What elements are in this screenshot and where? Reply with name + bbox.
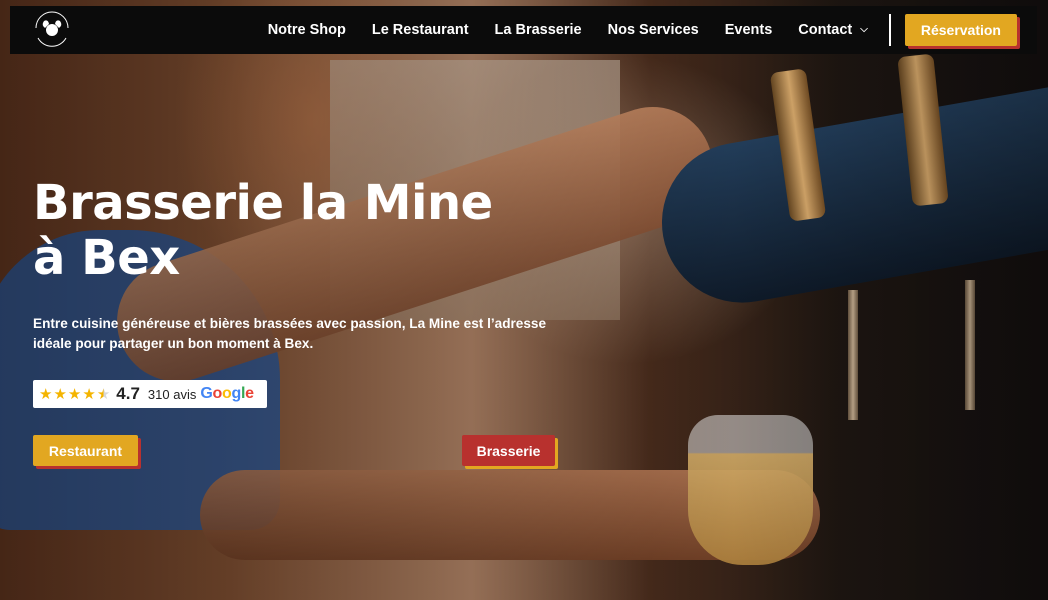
star-icon: ★: [82, 385, 96, 403]
brand-logo[interactable]: [22, 6, 82, 54]
nav-item-notre-shop[interactable]: Notre Shop: [255, 6, 359, 54]
nav-divider: [888, 14, 891, 46]
nav-item-nos-services[interactable]: Nos Services: [595, 6, 712, 54]
nav-item-label: Notre Shop: [267, 22, 346, 38]
hero-description-line: Entre cuisine généreuse et bières brassé…: [33, 316, 547, 331]
nav-item-label: Events: [724, 22, 773, 38]
hero-background-photo: [0, 0, 1048, 600]
nav-item-label: Le Restaurant: [371, 22, 469, 38]
nav-item-contact[interactable]: Contact ⌵: [785, 6, 881, 54]
star-icon: ★: [53, 385, 67, 403]
reservation-button[interactable]: Réservation: [904, 14, 1017, 46]
hero-title-line: Brasserie la Mine: [33, 175, 493, 231]
half-star-icon: ★: [96, 385, 111, 403]
site-header: Notre Shop Le Restaurant La Brasserie No…: [10, 6, 1037, 54]
nav-item-label: Nos Services: [607, 22, 699, 38]
main-nav: Notre Shop Le Restaurant La Brasserie No…: [255, 6, 1037, 54]
hero-description: Entre cuisine généreuse et bières brassé…: [33, 314, 573, 354]
nav-item-label: Contact: [798, 22, 853, 38]
rating-value: 4.7: [116, 384, 140, 403]
page-title: Brasserie la Mine à Bex: [33, 176, 493, 286]
ram-logo-icon: [35, 11, 69, 47]
hero-description-line: idéale pour partager un bon moment à Bex…: [33, 336, 314, 351]
review-count: 310 avis: [147, 386, 197, 402]
star-icon: ★: [39, 385, 53, 403]
nav-item-la-brasserie[interactable]: La Brasserie: [482, 6, 595, 54]
google-logo: Google: [200, 385, 254, 402]
rating-stars: ★ ★ ★ ★ ★: [39, 387, 110, 402]
hero-title-line: à Bex: [33, 230, 180, 286]
background-shade: [0, 0, 1048, 600]
restaurant-button[interactable]: Restaurant: [33, 435, 138, 466]
nav-item-events[interactable]: Events: [712, 6, 786, 54]
google-review-badge[interactable]: ★ ★ ★ ★ ★ 4.7 310 avis Google: [33, 380, 267, 408]
nav-item-label: La Brasserie: [494, 22, 582, 38]
star-icon: ★: [67, 385, 82, 403]
nav-item-le-restaurant[interactable]: Le Restaurant: [359, 6, 482, 54]
brasserie-button[interactable]: Brasserie: [462, 435, 555, 466]
chevron-down-icon: ⌵: [860, 23, 868, 35]
